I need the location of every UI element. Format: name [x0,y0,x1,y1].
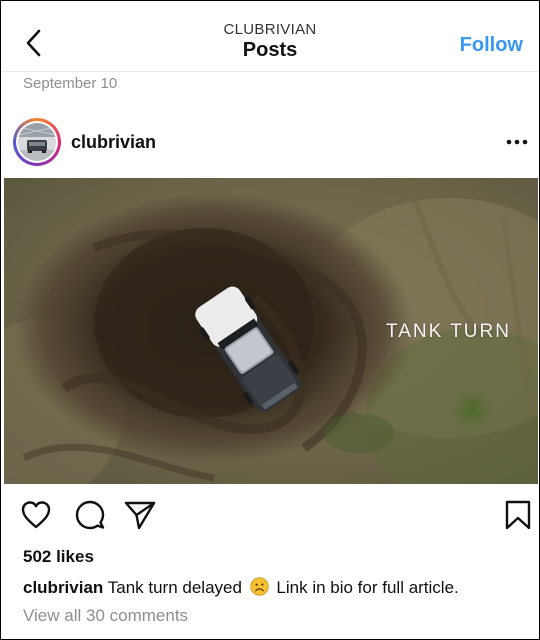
more-options-icon[interactable] [505,135,529,149]
heart-icon[interactable] [19,498,53,532]
avatar-image [16,121,58,163]
avatar[interactable] [13,118,61,166]
video-overlay-text: TANK TURN [386,321,511,342]
caption-text: Tank turn delayed [107,578,242,597]
view-comments-link[interactable]: View all 30 comments [23,606,188,626]
caption-text-link: Link in bio for full article. [276,578,459,597]
post-username[interactable]: clubrivian [71,132,156,153]
frowning-face-icon [250,577,269,596]
comment-icon[interactable] [73,498,107,532]
top-bar: CLUBRIVIAN Posts Follow [1,1,539,72]
follow-button[interactable]: Follow [460,34,523,57]
likes-count[interactable]: 502 likes [23,547,94,567]
account-name: CLUBRIVIAN [223,21,317,38]
post-date: September 10 [23,75,118,92]
bookmark-icon[interactable] [501,498,535,532]
post-caption: clubrivian Tank turn delayed Link in bio… [23,577,459,598]
instagram-post-screen: CLUBRIVIAN Posts Follow September 10 clu… [0,0,540,640]
send-icon[interactable] [123,498,157,532]
caption-username[interactable]: clubrivian [23,578,103,597]
page-title: Posts [242,39,298,61]
